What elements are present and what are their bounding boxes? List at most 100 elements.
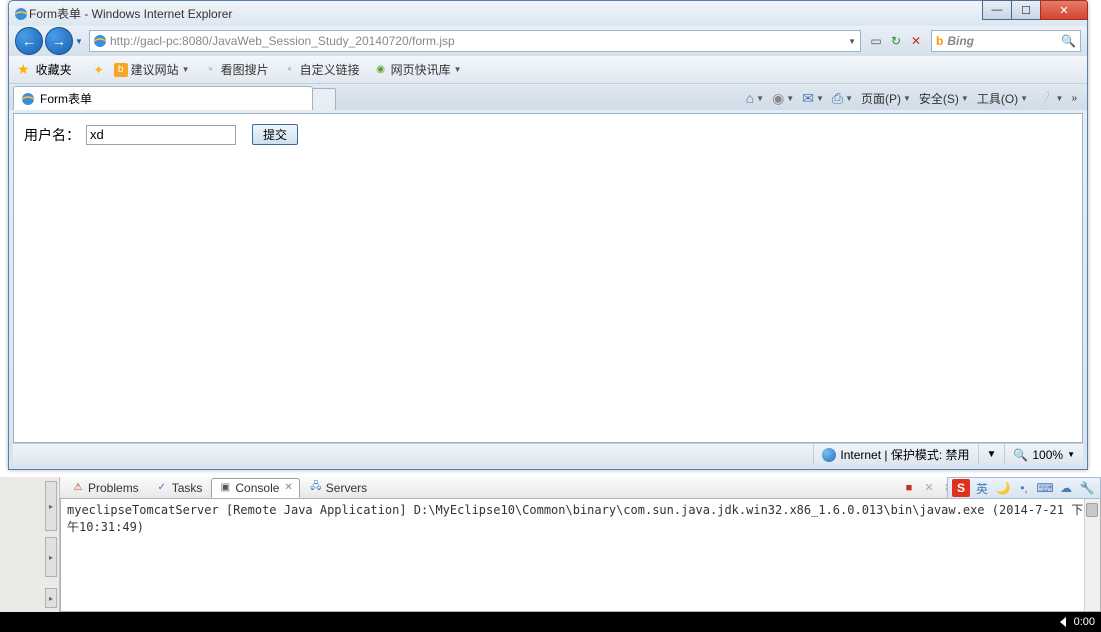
terminate-icon[interactable]: ■: [901, 480, 917, 496]
status-bar: Internet | 保护模式: 禁用 ▼ 🔍 100% ▼: [13, 443, 1083, 465]
submit-button[interactable]: 提交: [252, 124, 298, 145]
page-icon: [92, 33, 108, 49]
search-bar[interactable]: b Bing 🔍: [931, 30, 1081, 52]
security-zone[interactable]: Internet | 保护模式: 禁用: [813, 444, 977, 465]
refresh-icon[interactable]: ↻: [887, 32, 905, 50]
gutter-restore-top[interactable]: ▸: [45, 481, 57, 531]
favorites-bar: ★ 收藏夹 ✦ b建议网站▼ ▫看图搜片 ▫自定义链接 ◉网页快讯库▼: [9, 56, 1087, 84]
zoom-icon: 🔍: [1013, 448, 1028, 462]
add-favorite-icon[interactable]: ✦: [94, 63, 104, 77]
tab-icon: [20, 91, 36, 107]
eclipse-tab-bar: ⚠Problems ✓Tasks ▣Console✕ 🖧Servers ■ ✕ …: [60, 477, 1101, 499]
nav-bar: ← → ▼ http://gacl-pc:8080/JavaWeb_Sessio…: [9, 26, 1087, 56]
close-button[interactable]: ✕: [1040, 0, 1088, 20]
username-input[interactable]: [86, 125, 236, 145]
clock-text: 0:00: [1074, 616, 1095, 628]
mail-button[interactable]: ✉▼: [802, 90, 824, 107]
tasks-icon: ✓: [155, 481, 169, 495]
print-button[interactable]: ⎙▼: [832, 90, 853, 107]
home-icon: ⌂: [746, 90, 754, 106]
eclipse-main: ⚠Problems ✓Tasks ▣Console✕ 🖧Servers ■ ✕ …: [60, 477, 1101, 612]
tab-servers[interactable]: 🖧Servers: [302, 478, 374, 498]
forward-button[interactable]: →: [45, 27, 73, 55]
feeds-button[interactable]: ◉▼: [772, 90, 794, 107]
page-fav-icon: ▫: [204, 63, 218, 77]
tab-console[interactable]: ▣Console✕: [211, 478, 299, 498]
globe-icon: [822, 448, 836, 462]
taskbar-clock[interactable]: 0:00: [1054, 616, 1101, 628]
address-bar[interactable]: http://gacl-pc:8080/JavaWeb_Session_Stud…: [89, 30, 861, 52]
title-bar[interactable]: Form表单 - Windows Internet Explorer — ☐ ✕: [9, 1, 1087, 26]
command-bar: ⌂▼ ◉▼ ✉▼ ⎙▼ 页面(P)▼ 安全(S)▼ 工具(O)▼ ❔▼ »: [746, 86, 1083, 110]
tab-bar: Form表单 ⌂▼ ◉▼ ✉▼ ⎙▼ 页面(P)▼ 安全(S)▼ 工具(O)▼ …: [9, 84, 1087, 110]
tools-menu[interactable]: 工具(O)▼: [977, 90, 1028, 107]
bing-icon: b: [936, 34, 943, 48]
gutter-restore-bottom[interactable]: ▸: [45, 588, 57, 608]
feed-fav-icon: ◉: [374, 63, 388, 77]
ime-moon-icon[interactable]: 🌙: [994, 479, 1012, 497]
fav-link-custom[interactable]: ▫自定义链接: [279, 59, 364, 80]
console-scrollbar[interactable]: [1084, 499, 1100, 611]
url-action-buttons: ▭ ↻ ✕: [865, 32, 927, 50]
fav-link-image-search[interactable]: ▫看图搜片: [200, 59, 273, 80]
fav-link-suggested[interactable]: b建议网站▼: [110, 59, 194, 80]
ime-punct-icon[interactable]: •,: [1015, 479, 1033, 497]
ime-cloud-icon[interactable]: ☁: [1057, 479, 1075, 497]
search-icon[interactable]: 🔍: [1061, 34, 1076, 48]
ime-toolbar[interactable]: S 英 🌙 •, ⌨ ☁ 🔧: [947, 477, 1101, 499]
search-engine-label: Bing: [947, 34, 974, 48]
safety-menu[interactable]: 安全(S)▼: [919, 90, 969, 107]
console-output: myeclipseTomcatServer [Remote Java Appli…: [67, 503, 1083, 534]
help-icon: ❔: [1036, 90, 1053, 107]
gutter-restore-mid[interactable]: ▸: [45, 537, 57, 577]
eclipse-panel: ▸ ▸ ▸ ⚠Problems ✓Tasks ▣Console✕ 🖧Server…: [0, 477, 1101, 612]
mail-icon: ✉: [802, 90, 814, 107]
fav-link-webslice[interactable]: ◉网页快讯库▼: [370, 59, 466, 80]
console-icon: ▣: [218, 481, 232, 495]
zoom-text: 100%: [1032, 448, 1063, 462]
compat-view-icon[interactable]: ▭: [867, 32, 885, 50]
username-label: 用户名：: [24, 125, 80, 145]
taskbar-tray-icon: [1060, 617, 1066, 627]
chevron-icon[interactable]: »: [1071, 93, 1077, 104]
protected-mode-dropdown[interactable]: ▼: [978, 444, 1005, 465]
favorites-star-icon[interactable]: ★: [17, 61, 30, 78]
tab-tasks[interactable]: ✓Tasks: [148, 478, 210, 498]
zone-text: Internet | 保护模式: 禁用: [840, 446, 969, 463]
tab-active[interactable]: Form表单: [13, 86, 313, 110]
problems-icon: ⚠: [71, 481, 85, 495]
page-content: 用户名： 提交: [13, 113, 1083, 443]
maximize-button[interactable]: ☐: [1011, 0, 1041, 20]
stop-icon[interactable]: ✕: [907, 32, 925, 50]
page-menu[interactable]: 页面(P)▼: [861, 90, 911, 107]
eclipse-gutter: ▸ ▸ ▸: [0, 477, 60, 612]
home-button[interactable]: ⌂▼: [746, 90, 764, 106]
tab-close-icon[interactable]: ✕: [284, 482, 292, 493]
nav-history-dropdown[interactable]: ▼: [73, 29, 85, 53]
help-button[interactable]: ❔▼: [1036, 90, 1063, 107]
page-fav-icon: ▫: [283, 63, 297, 77]
print-icon: ⎙: [832, 90, 843, 107]
url-dropdown-icon[interactable]: ▼: [848, 37, 856, 46]
tab-problems[interactable]: ⚠Problems: [64, 478, 146, 498]
new-tab-button[interactable]: [312, 88, 336, 110]
ime-keyboard-icon[interactable]: ⌨: [1036, 479, 1054, 497]
nav-arrows: ← → ▼: [15, 27, 85, 55]
scrollbar-thumb[interactable]: [1086, 503, 1098, 517]
ie-icon: [13, 6, 29, 22]
bing-fav-icon: b: [114, 63, 128, 77]
console-body[interactable]: myeclipseTomcatServer [Remote Java Appli…: [60, 499, 1101, 612]
ime-sogou-icon[interactable]: S: [952, 479, 970, 497]
form-row: 用户名： 提交: [24, 124, 1072, 145]
rss-icon: ◉: [772, 90, 784, 107]
back-button[interactable]: ←: [15, 27, 43, 55]
zoom-control[interactable]: 🔍 100% ▼: [1004, 444, 1083, 465]
ime-settings-icon[interactable]: 🔧: [1078, 479, 1096, 497]
favorites-label[interactable]: 收藏夹: [36, 61, 72, 78]
minimize-button[interactable]: —: [982, 0, 1012, 20]
window-buttons: — ☐ ✕: [983, 0, 1088, 20]
window-title: Form表单 - Windows Internet Explorer: [29, 5, 1083, 22]
remove-launch-icon[interactable]: ✕: [921, 480, 937, 496]
ime-lang-button[interactable]: 英: [973, 479, 991, 497]
taskbar[interactable]: 0:00: [0, 612, 1101, 632]
